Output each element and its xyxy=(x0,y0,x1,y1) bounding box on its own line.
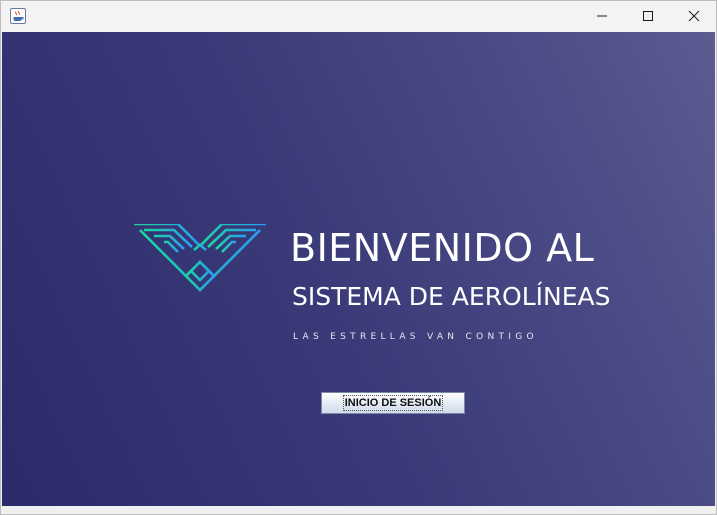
close-icon xyxy=(688,10,700,22)
minimize-button[interactable] xyxy=(579,1,625,31)
login-button-label: INICIO DE SESIÓN xyxy=(342,395,444,411)
maximize-button[interactable] xyxy=(625,1,671,31)
welcome-panel: BIENVENIDO AL SISTEMA DE AEROLÍNEAS LAS … xyxy=(2,32,715,506)
close-button[interactable] xyxy=(671,1,717,31)
eagle-wings-icon xyxy=(134,224,266,292)
tagline: LAS ESTRELLAS VAN CONTIGO xyxy=(293,332,538,342)
welcome-title: BIENVENIDO AL xyxy=(290,226,595,270)
login-button[interactable]: INICIO DE SESIÓN xyxy=(321,392,465,414)
title-bar[interactable] xyxy=(1,1,716,31)
app-window: BIENVENIDO AL SISTEMA DE AEROLÍNEAS LAS … xyxy=(0,0,717,515)
window-bottom-border xyxy=(1,506,716,514)
welcome-subtitle: SISTEMA DE AEROLÍNEAS xyxy=(292,282,611,311)
java-icon[interactable] xyxy=(10,8,26,24)
minimize-icon xyxy=(597,15,607,17)
maximize-icon xyxy=(643,11,653,21)
